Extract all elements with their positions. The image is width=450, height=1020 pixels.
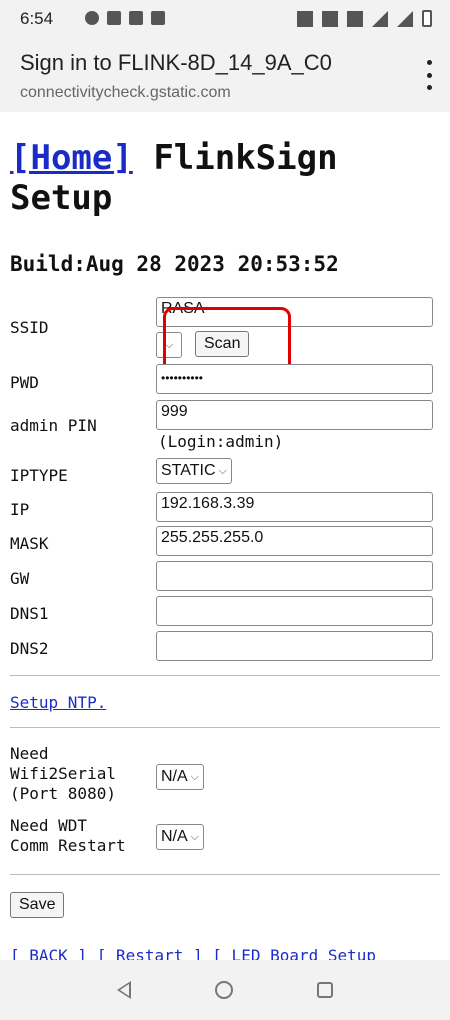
- wifi2serial-label-line2: Wifi2Serial: [10, 764, 116, 783]
- wdt-label-line1: Need WDT: [10, 816, 88, 835]
- setup-ntp-link[interactable]: Setup NTP.: [10, 693, 106, 712]
- home-icon[interactable]: [215, 981, 233, 999]
- chevron-down-icon: ⌵: [190, 830, 200, 843]
- admin-pin-input[interactable]: 999: [156, 400, 433, 430]
- build-info: Build:Aug 28 2023 20:53:52: [10, 252, 339, 276]
- wifi2serial-label-line3: (Port 8080): [10, 784, 116, 803]
- mask-label: MASK: [10, 534, 49, 553]
- wifi2serial-label-line1: Need: [10, 744, 49, 763]
- mask-input[interactable]: 255.255.255.0: [156, 526, 433, 556]
- vibrate-icon: [322, 10, 338, 27]
- wifi-icon: [347, 10, 363, 27]
- header-url: connectivitycheck.gstatic.com: [20, 84, 231, 101]
- signal-icon: [372, 10, 388, 27]
- header-title: Sign in to FLINK-8D_14_9A_C0: [20, 50, 332, 75]
- bottom-nav-links[interactable]: [ BACK ] [ Restart ] [ LED Board Setup: [10, 946, 376, 960]
- dns1-label: DNS1: [10, 604, 49, 623]
- image-icon: [129, 11, 143, 25]
- volte-icon: [297, 10, 313, 27]
- iptype-label: IPTYPE: [10, 466, 68, 485]
- iptype-select[interactable]: STATIC ⌵: [156, 458, 232, 484]
- divider: [10, 675, 440, 676]
- divider: [10, 874, 440, 875]
- battery-icon: [422, 10, 432, 27]
- message-icon: [151, 11, 165, 25]
- gw-label: GW: [10, 569, 30, 588]
- ssid-label: SSID: [10, 318, 49, 337]
- divider: [10, 727, 440, 728]
- home-link[interactable]: [Home]: [10, 138, 133, 178]
- gw-input[interactable]: [156, 561, 433, 591]
- recent-apps-icon[interactable]: [317, 982, 333, 998]
- dns2-label: DNS2: [10, 639, 49, 658]
- notification-icons: [85, 11, 165, 25]
- admin-pin-hint: (Login:admin): [158, 432, 284, 451]
- admin-pin-label: admin PIN: [10, 416, 97, 435]
- system-nav-bar: [0, 960, 450, 1020]
- system-icons: [297, 10, 432, 27]
- wdt-value: N/A: [161, 828, 188, 845]
- chevron-down-icon: ⌵: [218, 464, 227, 477]
- wdt-select[interactable]: N/A ⌵: [156, 824, 205, 850]
- dns2-input[interactable]: [156, 631, 433, 661]
- ip-input[interactable]: 192.168.3.39: [156, 492, 433, 522]
- dns1-input[interactable]: [156, 596, 433, 626]
- signal-noservice-icon: [397, 10, 413, 27]
- captive-portal-header: Sign in to FLINK-8D_14_9A_C0 connectivit…: [0, 40, 450, 112]
- wifi2serial-value: N/A: [161, 768, 188, 785]
- password-input[interactable]: ••••••••••: [156, 364, 433, 394]
- notification-icon: [107, 11, 121, 25]
- overflow-menu-icon[interactable]: [422, 60, 436, 90]
- wifi2serial-select[interactable]: N/A ⌵: [156, 764, 205, 790]
- pwd-label: PWD: [10, 373, 39, 392]
- save-button[interactable]: Save: [10, 892, 65, 918]
- page-title: [Home] FlinkSign Setup: [10, 138, 440, 218]
- ip-label: IP: [10, 500, 30, 519]
- iptype-value: STATIC: [161, 462, 216, 479]
- chevron-down-icon: ⌵: [190, 770, 200, 783]
- notification-icon: [85, 11, 99, 25]
- status-time: 6:54: [20, 9, 54, 28]
- status-bar: 6:54: [0, 0, 450, 40]
- wdt-label-line2: Comm Restart: [10, 836, 126, 855]
- back-icon[interactable]: [117, 981, 131, 999]
- page-content: [Home] FlinkSign Setup Build:Aug 28 2023…: [0, 112, 450, 960]
